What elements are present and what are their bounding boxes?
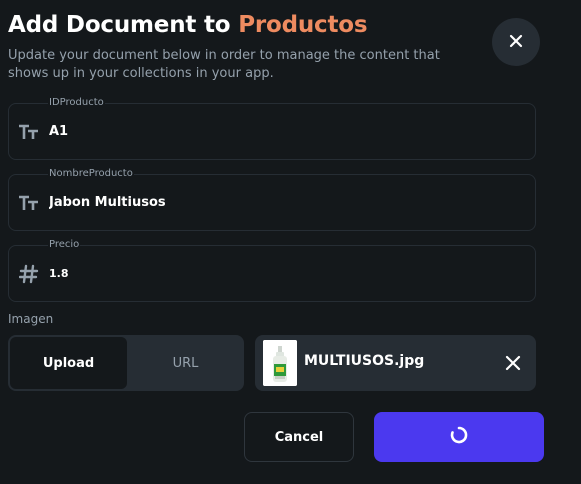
number-hash-icon [18,264,40,284]
submit-button[interactable] [374,412,544,462]
nombreproducto-input[interactable] [49,193,519,213]
field-label: IDProducto [48,97,105,109]
close-icon [505,355,521,371]
file-name: MULTIUSOS.jpg [304,353,425,369]
upload-option[interactable]: Upload [10,337,127,389]
field-label: Precio [48,239,81,251]
close-button[interactable] [492,18,540,66]
field-idproducto[interactable]: IDProducto [8,97,536,160]
precio-input[interactable] [49,264,519,284]
uploaded-file: MULTIUSOS.jpg [255,335,536,391]
image-source-toggle: Upload URL [8,335,244,391]
text-type-icon [18,193,40,213]
close-icon [509,33,523,52]
cancel-button[interactable]: Cancel [244,412,354,462]
idproducto-input[interactable] [49,122,519,142]
url-option[interactable]: URL [127,337,244,389]
loading-spinner-icon [449,425,469,449]
field-precio[interactable]: Precio [8,239,536,302]
dialog-subtitle: Update your document below in order to m… [8,48,440,81]
field-label: NombreProducto [48,168,134,180]
title-prefix: Add Document to [8,12,239,38]
add-document-dialog: Add Document to Productos Update your do… [0,0,581,484]
image-section-label: Imagen [8,312,54,326]
field-nombreproducto[interactable]: NombreProducto [8,168,536,231]
dialog-title: Add Document to Productos [8,12,368,38]
file-thumbnail [263,340,297,386]
collection-name: Productos [238,12,368,38]
remove-file-button[interactable] [503,353,523,373]
text-type-icon [18,122,40,142]
